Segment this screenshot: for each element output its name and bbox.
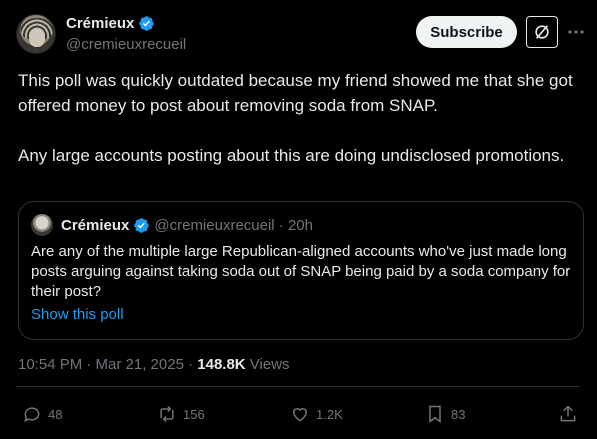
share-button[interactable] bbox=[558, 401, 578, 427]
repost-icon bbox=[160, 405, 174, 423]
reply-button[interactable]: 48 bbox=[22, 401, 62, 427]
views-count: 148.8K bbox=[197, 356, 246, 373]
views-label: Views bbox=[245, 356, 290, 373]
timestamp[interactable]: 10:54 PM · Mar 21, 2025 · bbox=[18, 356, 197, 373]
slashed-circle-icon bbox=[535, 25, 549, 39]
quoted-handle-time: @cremieuxrecueil · 20h bbox=[154, 216, 313, 234]
heart-icon bbox=[292, 408, 308, 422]
author-avatar[interactable] bbox=[16, 14, 56, 54]
tweet-paragraph: This poll was quickly outdated because m… bbox=[18, 71, 573, 115]
author-name[interactable]: Crémieux bbox=[66, 15, 134, 32]
bookmark-button[interactable]: 83 bbox=[425, 401, 465, 427]
quoted-tweet-text: Are any of the multiple large Republican… bbox=[31, 243, 571, 300]
like-button[interactable]: 1.2K bbox=[290, 401, 343, 427]
author-handle[interactable]: @cremieuxrecueil bbox=[66, 36, 186, 53]
quoted-tweet-header: Crémieux @cremieuxrecueil · 20h bbox=[31, 214, 313, 236]
tweet-text: This poll was quickly outdated because m… bbox=[18, 68, 580, 168]
quoted-tweet[interactable]: Crémieux @cremieuxrecueil · 20h Are any … bbox=[18, 201, 584, 340]
subscribe-button[interactable]: Subscribe bbox=[416, 16, 517, 48]
verified-badge-icon bbox=[139, 16, 155, 31]
reply-count: 48 bbox=[48, 406, 63, 422]
tweet-paragraph: Any large accounts posting about this ar… bbox=[18, 146, 565, 165]
more-button[interactable] bbox=[564, 16, 588, 48]
grok-button[interactable] bbox=[526, 16, 558, 48]
show-poll-link[interactable]: Show this poll bbox=[31, 306, 124, 323]
bookmark-icon bbox=[429, 405, 441, 423]
divider bbox=[16, 386, 580, 387]
repost-button[interactable]: 156 bbox=[157, 401, 205, 427]
author-name-row[interactable]: Crémieux bbox=[66, 15, 155, 32]
quoted-author-avatar bbox=[31, 214, 53, 236]
quoted-author-name: Crémieux bbox=[61, 216, 130, 234]
like-count: 1.2K bbox=[316, 406, 343, 422]
share-icon bbox=[560, 405, 576, 422]
tweet-meta: 10:54 PM · Mar 21, 2025 · 148.8K Views bbox=[18, 356, 290, 373]
more-icon bbox=[568, 30, 584, 34]
reply-icon bbox=[24, 407, 40, 423]
bookmark-count: 83 bbox=[451, 406, 466, 422]
tweet-header: Crémieux @cremieuxrecueil Subscribe bbox=[16, 12, 588, 56]
repost-count: 156 bbox=[183, 406, 205, 422]
verified-badge-icon bbox=[134, 217, 150, 233]
action-bar: 48 156 1.2K 83 bbox=[0, 401, 597, 427]
